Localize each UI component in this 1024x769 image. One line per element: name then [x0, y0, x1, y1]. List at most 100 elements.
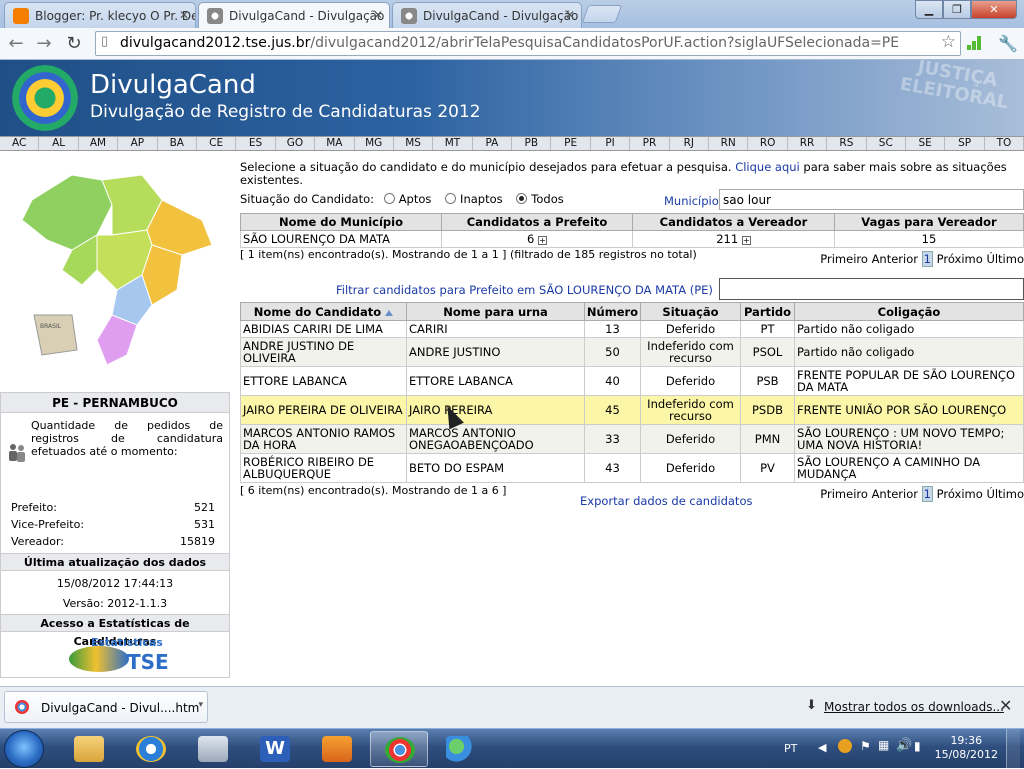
uf-link-mg[interactable]: MG — [355, 137, 394, 150]
battery-icon[interactable]: ▮ — [914, 739, 921, 753]
uf-link-pi[interactable]: PI — [591, 137, 631, 150]
reload-icon[interactable]: ↻ — [62, 32, 86, 56]
radio-aptos[interactable] — [383, 193, 395, 204]
taskbar-word[interactable]: W — [246, 731, 304, 767]
uf-link-ap[interactable]: AP — [118, 137, 158, 150]
taskbar-messenger[interactable] — [432, 731, 490, 767]
uf-link-ba[interactable]: BA — [158, 137, 197, 150]
radio-inaptos[interactable] — [445, 193, 457, 204]
uf-link-ma[interactable]: MA — [315, 137, 355, 150]
language-indicator[interactable]: PT — [784, 742, 797, 755]
back-icon[interactable]: ← — [4, 32, 28, 56]
show-desktop-button[interactable] — [1006, 729, 1020, 769]
col-header[interactable]: Situação — [640, 302, 741, 321]
table-row[interactable]: ETTORE LABANCA ETTORE LABANCA 40 Deferid… — [240, 366, 1024, 396]
clique-aqui-link[interactable]: Clique aqui — [735, 160, 800, 174]
table-row-highlighted[interactable]: JAIRO PEREIRA DE OLIVEIRA JAIRO PEREIRA … — [240, 395, 1024, 425]
taskbar-ie[interactable] — [122, 731, 180, 767]
uf-link-es[interactable]: ES — [236, 137, 276, 150]
uf-link-ac[interactable]: AC — [0, 137, 40, 150]
taskbar-media-player[interactable] — [308, 731, 366, 767]
volume-icon[interactable]: 🔊 — [896, 738, 912, 753]
taskbar-calculator[interactable] — [184, 731, 242, 767]
new-tab-button[interactable] — [581, 5, 623, 23]
signal-icon[interactable] — [967, 36, 983, 50]
close-window-button[interactable]: ✕ — [971, 0, 1017, 19]
star-icon[interactable]: ☆ — [941, 32, 956, 52]
pager-last[interactable]: Último — [986, 487, 1024, 501]
pager-current[interactable]: 1 — [921, 251, 933, 267]
uf-link-am[interactable]: AM — [79, 137, 119, 150]
tab-blogger[interactable]: Blogger: Pr. klecyo O Pr. De ✕ — [4, 2, 196, 28]
uf-link-ms[interactable]: MS — [394, 137, 434, 150]
uf-link-go[interactable]: GO — [276, 137, 316, 150]
taskbar-explorer[interactable] — [60, 731, 118, 767]
col-header[interactable]: Partido — [740, 302, 795, 321]
wrench-icon[interactable]: 🔧 — [996, 32, 1020, 56]
maximize-button[interactable]: ❐ — [943, 0, 971, 19]
pager-prev[interactable]: Anterior — [872, 487, 918, 501]
network-icon[interactable]: ▦ — [878, 738, 889, 752]
pager-first[interactable]: Primeiro — [820, 487, 868, 501]
download-item[interactable]: DivulgaCand - Divul....htm ▾ — [4, 691, 208, 723]
uf-link-mt[interactable]: MT — [433, 137, 473, 150]
uf-link-sc[interactable]: SC — [867, 137, 906, 150]
close-icon[interactable]: ✕ — [999, 696, 1012, 715]
export-link[interactable]: Exportar dados de candidatos — [580, 494, 752, 508]
table-row[interactable]: ROBÉRICO RIBEIRO DE ALBUQUERQUE BETO DO … — [240, 453, 1024, 483]
uf-link-ro[interactable]: RO — [748, 137, 788, 150]
uf-link-pe[interactable]: PE — [551, 137, 591, 150]
forward-icon[interactable]: → — [32, 32, 56, 56]
uf-link-al[interactable]: AL — [39, 137, 79, 150]
col-header[interactable]: Coligação — [794, 302, 1024, 321]
sort-asc-icon — [385, 309, 394, 316]
table-row[interactable]: ANDRE JUSTINO DE OLIVEIRA ANDRE JUSTINO … — [240, 337, 1024, 367]
radio-todos[interactable] — [516, 193, 528, 204]
uf-link-rr[interactable]: RR — [788, 137, 828, 150]
expand-icon[interactable]: + — [537, 236, 547, 245]
uf-link-sp[interactable]: SP — [945, 137, 985, 150]
close-icon[interactable]: ✕ — [373, 8, 383, 22]
pager-prev[interactable]: Anterior — [872, 252, 918, 266]
estatisticas-tse-logo[interactable]: Estatísticas TSE — [1, 632, 229, 680]
show-all-downloads-link[interactable]: Mostrar todos os downloads... — [824, 700, 1004, 714]
col-header[interactable]: Nome para urna — [406, 302, 585, 321]
tab-divulgacand-active[interactable]: DivulgaCand - Divulgação ✕ — [198, 2, 390, 28]
uf-link-ce[interactable]: CE — [197, 137, 237, 150]
tray-app-icon[interactable] — [838, 739, 852, 753]
pager-first[interactable]: Primeiro — [820, 252, 868, 266]
expand-icon[interactable]: + — [741, 236, 751, 245]
tray-expand-icon[interactable]: ◀ — [818, 741, 826, 754]
uf-link-to[interactable]: TO — [985, 137, 1024, 150]
address-bar[interactable]: ▯ divulgacand2012.tse.jus.br/divulgacand… — [95, 31, 961, 56]
pager-next[interactable]: Próximo — [937, 252, 983, 266]
uf-link-rn[interactable]: RN — [709, 137, 749, 150]
uf-link-se[interactable]: SE — [906, 137, 946, 150]
start-button[interactable] — [4, 730, 44, 768]
col-header: Nome do Candidato — [253, 304, 382, 319]
table-row[interactable]: ABIDIAS CARIRI DE LIMA CARIRI 13 Deferid… — [240, 320, 1024, 338]
uf-link-pr[interactable]: PR — [630, 137, 670, 150]
uf-link-pa[interactable]: PA — [473, 137, 513, 150]
close-icon[interactable]: ✕ — [179, 8, 189, 22]
col-header-nome[interactable]: Nome do Candidato — [240, 302, 407, 321]
pager-current[interactable]: 1 — [921, 486, 933, 502]
table-row[interactable]: MARCOS ANTONIO RAMOS DA HORA MARCOS ANTO… — [240, 424, 1024, 454]
flag-icon[interactable]: ⚑ — [860, 739, 871, 753]
tab-divulgacand[interactable]: DivulgaCand - Divulgação ✕ — [392, 2, 582, 28]
col-header[interactable]: Número — [584, 302, 641, 321]
municipio-input[interactable] — [719, 189, 1024, 210]
taskbar-chrome[interactable] — [370, 731, 428, 767]
close-icon[interactable]: ✕ — [565, 8, 575, 22]
filter-input[interactable] — [719, 278, 1024, 300]
uf-link-pb[interactable]: PB — [512, 137, 552, 150]
pager-last[interactable]: Último — [986, 252, 1024, 266]
pager-next[interactable]: Próximo — [937, 487, 983, 501]
dropdown-icon[interactable]: ▾ — [198, 700, 203, 710]
clock[interactable]: 19:36 15/08/2012 — [935, 734, 998, 762]
minimize-button[interactable]: ▁ — [915, 0, 943, 19]
table-row[interactable]: SÃO LOURENÇO DA MATA 6 + 211 + 15 — [240, 230, 1024, 248]
uf-link-rs[interactable]: RS — [827, 137, 867, 150]
uf-link-rj[interactable]: RJ — [670, 137, 710, 150]
municipio-name: SÃO LOURENÇO DA MATA — [240, 230, 442, 248]
